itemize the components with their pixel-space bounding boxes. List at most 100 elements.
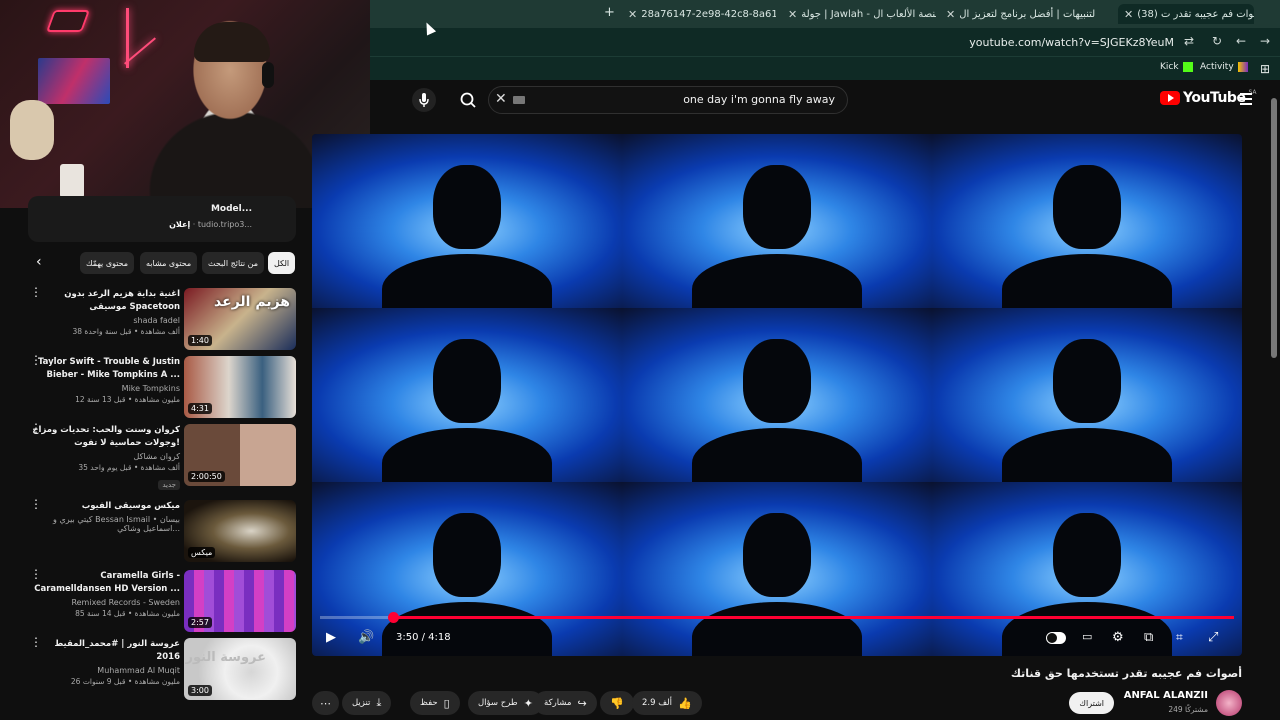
reload-icon[interactable]: ↻ [1212,34,1222,48]
time-display: 3:50 / 4:18 [396,632,451,643]
video-frame-tile [312,134,622,308]
thumbs-up-icon: 👍 [678,696,692,710]
chevron-left-icon[interactable]: ‹ [36,254,42,270]
download-button[interactable]: تنزيل ⤓ [342,691,392,715]
more-options-icon[interactable]: ⋮ [30,422,42,434]
video-frame-tile [622,308,932,482]
list-item[interactable]: 2:00:50 كروان وسنت والحب: تحديات ومزاح و… [24,422,298,490]
download-icon: ⤓ [376,696,382,709]
chip-related[interactable]: محتوى مشابه [140,252,198,274]
tab-notifications[interactable]: ✕ التنبيهات | أفضل برنامج لتعزيز ال [946,4,1096,24]
chip-search-results[interactable]: من نتائج البحث [202,252,265,274]
video-thumbnail[interactable]: عروسة النور 3:00 [184,638,296,700]
close-icon[interactable]: ✕ [628,8,637,21]
video-thumbnail[interactable]: ميكس [184,500,296,562]
bookmark-kick[interactable]: Kick [1160,62,1193,72]
list-item[interactable]: عروسة النور 3:00 عروسة النور | #محمد_الم… [24,636,298,702]
channel-name: Mike Tompkins [121,384,180,393]
video-stats: 85 مليون مشاهدة • قبل 14 سنة [75,609,180,618]
more-options-icon[interactable]: ⋮ [30,286,42,298]
settings-gear-icon[interactable]: ⚙ [1112,630,1124,645]
channel-name: كيتي بيري و Bessan Ismail • بيسان اسماعي… [53,515,180,533]
share-icon: ↪ [577,696,587,710]
hamburger-menu-icon[interactable] [1240,93,1252,108]
new-badge: جديد [158,480,180,490]
channel-name: shada fadel [133,316,180,325]
page-scrollbar[interactable] [1270,86,1278,720]
search-button[interactable] [456,88,480,112]
scrollbar-thumb[interactable] [1271,98,1277,358]
close-icon[interactable]: ✕ [788,8,797,21]
ask-button[interactable]: طرح سؤال ✦ [468,691,543,715]
more-options-icon[interactable]: ⋮ [30,354,42,366]
progress-fill [393,616,1234,619]
chip-for-you[interactable]: محتوى يهمّك [80,252,135,274]
list-item[interactable]: هزيم الرعد 1:40 اغنية بداية هزيم الرعد ب… [24,286,298,352]
close-icon[interactable]: ✕ [1124,8,1133,21]
more-options-icon[interactable]: ⋮ [30,636,42,648]
subtitles-icon[interactable]: ▭ [1082,630,1092,643]
back-icon[interactable]: ← [1236,34,1246,48]
video-frame-tile [622,134,932,308]
ad-card[interactable]: Model... إعلان · tudio.tripo3... [28,196,296,242]
more-actions-button[interactable]: ⋯ [312,691,339,715]
list-item[interactable]: 2:57 Caramella Girls - Caramelldansen HD… [24,568,298,634]
keyboard-icon[interactable] [513,96,525,104]
video-player[interactable]: ▶ 🔊 3:50 / 4:18 ▭ ⚙ ⧉ ⌗ ⤢ [312,134,1242,656]
channel-avatar[interactable] [1216,690,1242,716]
dislike-button[interactable]: 👎 [600,691,634,715]
share-button[interactable]: مشاركة ↪ [534,691,597,715]
video-title: كروان وسنت والحب: تحديات ومزاح وجولات حم… [32,425,180,448]
tab-jawlah[interactable]: ✕ جولة | Jawlah - منصة الألعاب ال [788,4,936,24]
channel-name: Muhammad Al Muqit [97,666,180,675]
close-icon[interactable]: ✕ [946,8,955,21]
cast-icon[interactable]: ⌗ [1176,630,1183,645]
ad-badge: إعلان [169,220,191,229]
miniplayer-icon[interactable]: ⧉ [1144,630,1153,645]
autoplay-toggle[interactable] [1046,632,1066,644]
video-stats: 38 ألف مشاهدة • قبل سنة واحدة [72,327,180,336]
thumbs-down-icon: 👎 [610,696,624,710]
tune-icon[interactable]: ⇄ [1184,34,1194,48]
apps-grid-icon[interactable]: ⊞ [1260,62,1270,76]
volume-icon[interactable]: 🔊 [358,630,374,645]
activity-logo-icon [1237,62,1248,72]
video-thumbnail[interactable]: 4:31 [184,356,296,418]
filter-chips: ‹ الكل من نتائج البحث محتوى مشابه محتوى … [28,252,298,274]
fullscreen-icon[interactable]: ⤢ [1208,630,1218,645]
bookmark-icon: ▯ [443,696,450,710]
channel-name: Remixed Records - Sweden [71,598,180,607]
progress-bar[interactable] [320,612,1234,623]
video-title: Caramella Girls - Caramelldansen HD Vers… [34,571,180,594]
video-thumbnail[interactable]: هزيم الرعد 1:40 [184,288,296,350]
channel-name[interactable]: ANFAL ALANZII [1124,690,1208,701]
voice-search-button[interactable] [412,88,436,112]
bookmark-activity[interactable]: Activity [1200,62,1248,72]
more-horizontal-icon: ⋯ [320,696,331,710]
like-button[interactable]: 2.9 ألف 👍 [632,691,702,715]
video-thumbnail[interactable]: 2:57 [184,570,296,632]
tab-youtube[interactable]: ✕ (38) أصوات فم عجيبه تقدر ت [1118,4,1254,24]
video-stats: 26 مليون مشاهدة • قبل 9 سنوات [70,677,180,686]
video-title: اغنية بداية هزيم الرعد بدون موسيقى Space… [64,289,180,312]
video-title: أصوات فم عجيبه تقدر تستخدمها حق قناتك [1010,667,1242,680]
url-text[interactable]: youtube.com/watch?v=SJGEKz8YeuM [969,36,1174,49]
more-options-icon[interactable]: ⋮ [30,498,42,510]
new-tab-button[interactable]: + [604,5,615,20]
more-options-icon[interactable]: ⋮ [30,568,42,580]
subscribe-button[interactable]: اشتراك [1069,692,1114,714]
video-thumbnail[interactable]: 2:00:50 [184,424,296,486]
clear-search-icon[interactable]: ✕ [495,91,507,107]
chip-all[interactable]: الكل [268,252,296,274]
list-item[interactable]: ميكس ميكس موسيقى الفيوب كيتي بيري و Bess… [24,498,298,564]
search-input[interactable]: ✕ one day i'm gonna fly away [488,86,848,114]
list-item[interactable]: 4:31 Taylor Swift - Trouble & Justin Bie… [24,354,298,420]
video-stats: 12 مليون مشاهدة • قبل 13 سنة [75,395,180,404]
tab-uuid[interactable]: ✕ 28a76147-2e98-42c8-8a61-fe7 [628,4,776,24]
channel-name: كروان مشاكل [133,452,180,461]
save-button[interactable]: حفظ ▯ [410,691,460,715]
youtube-play-icon [1160,91,1180,105]
subscriber-count: 249 مشتركًا [1168,705,1208,714]
play-icon[interactable]: ▶ [326,630,336,645]
forward-icon[interactable]: → [1260,34,1270,48]
